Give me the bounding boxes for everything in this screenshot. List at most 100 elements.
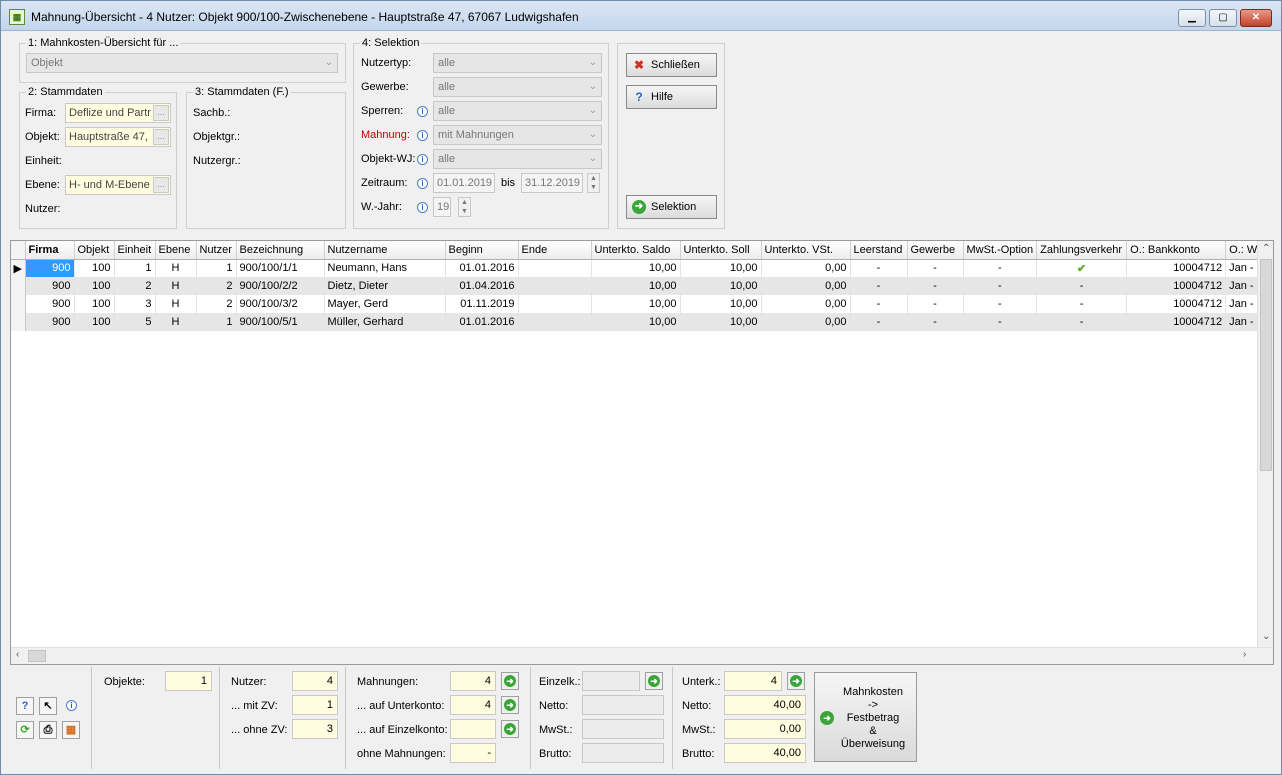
table-row[interactable]: 900 100 2 H 2 900/100/2/2 Dietz, Dieter 01.04.2… (11, 277, 1269, 295)
table-cell[interactable]: 3 (114, 295, 156, 313)
table-cell[interactable]: 01.11.2019 (445, 295, 519, 313)
column-header[interactable]: Ende (518, 241, 592, 260)
mahnkosten-festbetrag-button[interactable]: ➜ Mahnkosten -> Festbetrag & Überweisung (814, 672, 917, 762)
title-bar[interactable]: ▦ Mahnung-Übersicht - 4 Nutzer: Objekt 9… (1, 1, 1281, 31)
table-cell[interactable]: 900 (25, 313, 75, 331)
table-cell[interactable]: - (907, 295, 964, 313)
table-cell[interactable] (518, 277, 592, 295)
table-cell[interactable]: 0,00 (761, 259, 851, 277)
table-cell[interactable]: 10004712 (1126, 277, 1227, 295)
help-icon[interactable]: ? (16, 697, 34, 715)
selektion-button[interactable]: ➜ Selektion (626, 195, 717, 219)
table-cell[interactable]: - (907, 277, 964, 295)
table-cell[interactable]: 900 (25, 277, 75, 295)
info-icon[interactable]: i (417, 178, 428, 189)
auf-einzelkonto-go-button[interactable]: ➜ (501, 720, 519, 738)
print-icon[interactable]: ⎙ (39, 721, 57, 739)
table-cell[interactable]: - (963, 259, 1038, 277)
unterk-go-button[interactable]: ➜ (787, 672, 805, 690)
table-cell[interactable]: H (155, 259, 197, 277)
table-cell[interactable]: H (155, 295, 197, 313)
table-cell[interactable]: - (850, 277, 908, 295)
table-cell[interactable]: Mayer, Gerd (324, 295, 446, 313)
ebene-browse-button[interactable]: ... (153, 177, 169, 193)
pointer-icon[interactable]: ↖ (39, 697, 57, 715)
table-row[interactable]: 900 100 5 H 1 900/100/5/1 Müller, Gerhard 01.01… (11, 313, 1269, 331)
horizontal-scroll-thumb[interactable] (28, 650, 46, 662)
date-spinner[interactable]: ▲ ▼ (587, 173, 600, 193)
scroll-down-icon[interactable]: ⌄ (1262, 631, 1270, 642)
table-cell[interactable]: - (907, 313, 964, 331)
gewerbe-combo[interactable]: alle ⌄ (433, 77, 602, 97)
minimize-button[interactable]: ▁ (1178, 9, 1206, 27)
table-cell[interactable]: 10,00 (591, 259, 681, 277)
column-header[interactable]: Gewerbe (907, 241, 964, 260)
table-cell[interactable]: - (1036, 295, 1128, 313)
table-cell[interactable]: 01.01.2016 (445, 313, 519, 331)
table-cell[interactable]: 2 (114, 277, 156, 295)
table-cell[interactable]: 900/100/1/1 (236, 259, 325, 277)
table-cell[interactable]: 100 (74, 259, 115, 277)
spin-up-icon[interactable]: ▲ (588, 174, 599, 183)
scroll-up-icon[interactable]: ⌃ (1262, 243, 1270, 254)
table-cell[interactable]: - (907, 259, 964, 277)
column-header[interactable]: Nutzer (196, 241, 237, 260)
table-cell[interactable]: 900/100/3/2 (236, 295, 325, 313)
nutzertyp-combo[interactable]: alle ⌄ (433, 53, 602, 73)
column-header[interactable]: Zahlungsverkehr (1036, 241, 1128, 260)
info-icon[interactable]: i (417, 130, 428, 141)
table-cell[interactable]: - (1036, 313, 1128, 331)
table-cell[interactable]: 01.01.2016 (445, 259, 519, 277)
wjahr-field[interactable]: 19 (433, 197, 451, 217)
table-cell[interactable]: 100 (74, 313, 115, 331)
spin-down-icon[interactable]: ▼ (588, 183, 599, 192)
objektwj-combo[interactable]: alle ⌄ (433, 149, 602, 169)
table-cell[interactable]: - (850, 259, 908, 277)
table-cell[interactable]: - (850, 313, 908, 331)
table-cell[interactable]: 10,00 (591, 295, 681, 313)
row-selector[interactable] (11, 295, 26, 313)
table-cell[interactable]: - (1036, 277, 1128, 295)
ebene-field[interactable]: H- und M-Ebene ... (65, 175, 171, 195)
maximize-button[interactable]: ▢ (1209, 9, 1237, 27)
column-header[interactable]: Bezeichnung (236, 241, 325, 260)
table-cell[interactable]: 5 (114, 313, 156, 331)
objekt-field[interactable]: Hauptstraße 47, ... (65, 127, 171, 147)
table-cell[interactable]: H (155, 277, 197, 295)
column-header[interactable]: Unterkto. Saldo (591, 241, 681, 260)
column-header[interactable]: Einheit (114, 241, 156, 260)
wjahr-spinner[interactable]: ▲ ▼ (458, 197, 471, 217)
info-icon[interactable]: i (417, 202, 428, 213)
table-cell[interactable]: 10,00 (680, 295, 762, 313)
table-cell[interactable]: 900/100/5/1 (236, 313, 325, 331)
table-cell[interactable]: - (850, 295, 908, 313)
table-cell[interactable]: 900 (25, 295, 75, 313)
table-cell[interactable]: 0,00 (761, 277, 851, 295)
firma-browse-button[interactable]: ... (153, 105, 169, 121)
objekt-browse-button[interactable]: ... (153, 129, 169, 145)
table-cell[interactable]: 10,00 (680, 313, 762, 331)
table-cell[interactable]: 0,00 (761, 313, 851, 331)
firma-field[interactable]: Deflize und Partr ... (65, 103, 171, 123)
table-cell[interactable]: 10,00 (680, 259, 762, 277)
table-cell[interactable]: 10,00 (680, 277, 762, 295)
horizontal-scrollbar[interactable]: ‹ › (11, 647, 1273, 664)
close-window-button[interactable]: ✕ (1240, 9, 1272, 27)
scroll-right-icon[interactable]: › (1243, 649, 1246, 660)
column-header[interactable]: Unterkto. VSt. (761, 241, 851, 260)
table-cell[interactable]: Dietz, Dieter (324, 277, 446, 295)
table-cell[interactable]: 10004712 (1126, 295, 1227, 313)
column-header[interactable]: Leerstand (850, 241, 908, 260)
column-header[interactable]: Objekt (74, 241, 115, 260)
table-cell[interactable]: 0,00 (761, 295, 851, 313)
mahnung-combo[interactable]: mit Mahnungen ⌄ (433, 125, 602, 145)
spin-up-icon[interactable]: ▲ (459, 198, 470, 207)
table-cell[interactable] (518, 295, 592, 313)
spin-down-icon[interactable]: ▼ (459, 207, 470, 216)
table-cell[interactable]: 01.04.2016 (445, 277, 519, 295)
vertical-scrollbar[interactable]: ⌃ ⌄ (1257, 241, 1273, 648)
schliessen-button[interactable]: ✖ Schließen (626, 53, 717, 77)
table-cell[interactable]: - (963, 277, 1038, 295)
table-cell[interactable]: Müller, Gerhard (324, 313, 446, 331)
table-cell[interactable]: 100 (74, 295, 115, 313)
